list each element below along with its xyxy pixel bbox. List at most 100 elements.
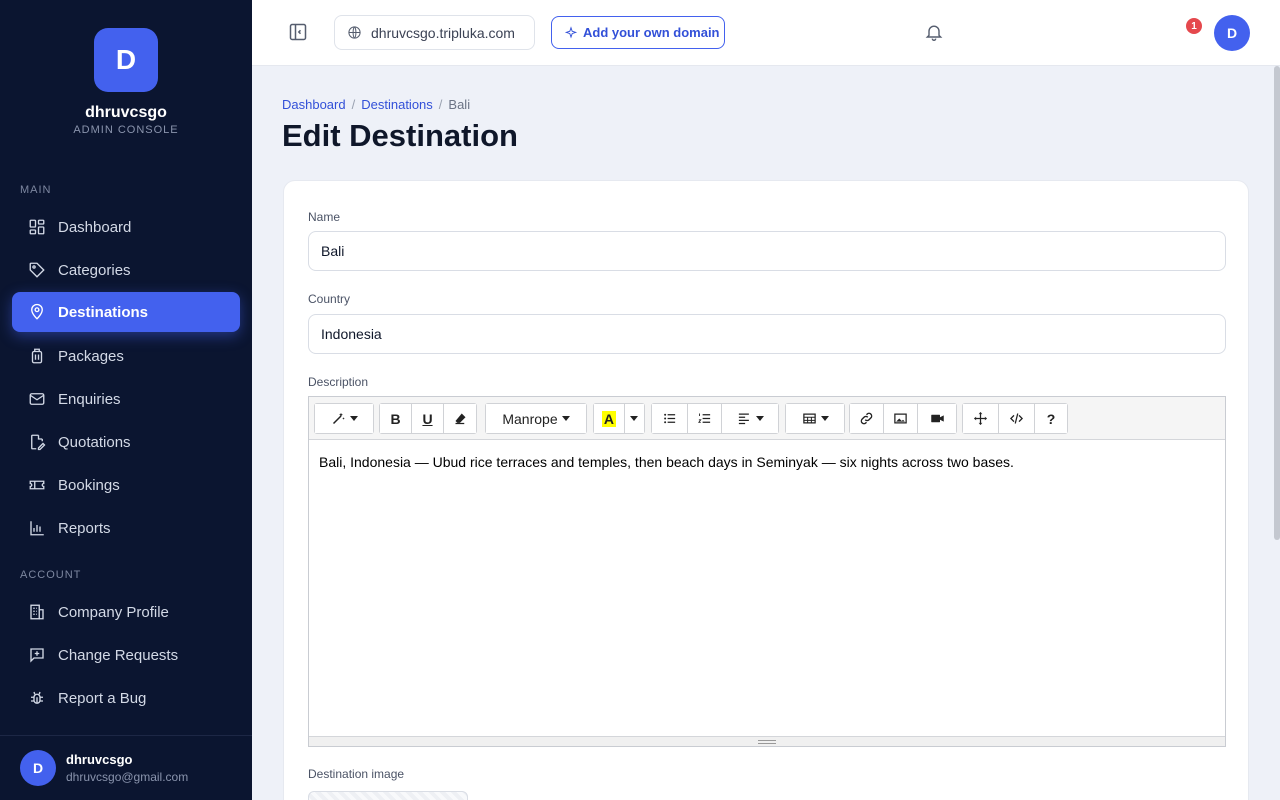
name-field[interactable] (308, 231, 1226, 271)
sidebar-item-change-requests[interactable]: Change Requests (12, 635, 240, 675)
form-card: Name Country Description B U Manrope (283, 180, 1249, 800)
tag-icon (28, 261, 46, 279)
sidebar-item-label: Categories (58, 261, 131, 279)
sidebar-item-reports[interactable]: Reports (12, 508, 240, 548)
domain-link[interactable]: dhruvcsgo.tripluka.com (334, 15, 535, 50)
sidebar-item-label: Destinations (58, 303, 149, 321)
text-color-dropdown[interactable] (624, 404, 644, 433)
brand-name: dhruvcsgo (85, 104, 167, 121)
style-magic-button[interactable] (315, 404, 373, 433)
image-button[interactable] (884, 404, 918, 433)
breadcrumb-destinations[interactable]: Destinations (361, 97, 433, 112)
notification-badge: 1 (1186, 18, 1202, 34)
bold-button[interactable]: B (380, 404, 412, 433)
sidebar-item-label: Dashboard (58, 218, 132, 236)
bullet-list-button[interactable] (652, 404, 688, 433)
underline-icon: U (422, 410, 433, 427)
brand-logo: D (94, 28, 158, 92)
country-label: Country (308, 292, 351, 306)
breadcrumb-separator: / (438, 97, 443, 112)
text-color-button[interactable]: A (594, 404, 625, 433)
sidebar-item-packages[interactable]: Packages (12, 336, 240, 376)
sidebar-item-destinations[interactable]: Destinations (12, 292, 240, 332)
rich-text-editor: B U Manrope A ? Bali, Indonesia — Ubud r… (308, 396, 1226, 747)
link-button[interactable] (850, 404, 884, 433)
page-title: Edit Destination (282, 118, 518, 153)
sidebar-item-enquiries[interactable]: Enquiries (12, 379, 240, 419)
add-domain-button[interactable]: Add your own domain (551, 16, 725, 49)
eraser-button[interactable] (444, 404, 476, 433)
avatar[interactable]: D (20, 750, 56, 786)
font-family-select[interactable]: Manrope (486, 404, 586, 433)
table-icon (802, 413, 816, 424)
highlight-a-icon: A (601, 410, 616, 427)
luggage-icon (28, 347, 46, 365)
table-button[interactable] (786, 404, 844, 433)
align-left-icon (738, 413, 749, 425)
video-button[interactable] (918, 404, 956, 433)
scrollbar[interactable] (1274, 66, 1280, 540)
topbar: dhruvcsgo.tripluka.com Add your own doma… (252, 0, 1280, 66)
move-arrows-icon (974, 412, 987, 425)
breadcrumb-dashboard[interactable]: Dashboard (282, 97, 346, 112)
sidebar-item-company-profile[interactable]: Company Profile (12, 592, 240, 632)
font-family-value: Manrope (502, 410, 558, 427)
paragraph-align-button[interactable] (722, 404, 778, 433)
message-plus-icon (28, 646, 46, 664)
user-email: dhruvcsgo@gmail.com (66, 770, 189, 784)
description-label: Description (308, 375, 369, 389)
breadcrumb-current: Bali (448, 97, 471, 112)
editor-resize-handle[interactable] (309, 736, 1225, 746)
image-icon (894, 413, 907, 424)
sidebar-item-bookings[interactable]: Bookings (12, 465, 240, 505)
destination-image-preview[interactable] (308, 791, 468, 800)
destination-image-label: Destination image (308, 767, 405, 781)
bold-icon: B (390, 410, 401, 427)
magic-wand-icon (332, 412, 345, 425)
add-domain-label: Add your own domain (583, 25, 720, 40)
bar-chart-icon (28, 519, 46, 537)
underline-button[interactable]: U (412, 404, 444, 433)
sidebar-item-label: Change Requests (58, 646, 179, 664)
help-button[interactable]: ? (1035, 404, 1067, 433)
sidebar-item-report-bug[interactable]: Report a Bug (12, 678, 240, 718)
sidebar-item-label: Enquiries (58, 390, 121, 408)
sidebar-item-label: Quotations (58, 433, 131, 451)
sidebar-item-label: Packages (58, 347, 124, 365)
sidebar-item-categories[interactable]: Categories (12, 250, 240, 290)
eraser-icon (455, 413, 465, 425)
sidebar-item-label: Bookings (58, 476, 120, 494)
sidebar-item-dashboard[interactable]: Dashboard (12, 207, 240, 247)
sparkle-icon (564, 25, 578, 39)
video-icon (930, 414, 944, 423)
code-view-button[interactable] (999, 404, 1035, 433)
nav-section-account: ACCOUNT (20, 569, 82, 581)
numbered-list-button[interactable] (688, 404, 722, 433)
editor-toolbar: B U Manrope A ? (309, 397, 1225, 440)
sidebar-divider (0, 735, 252, 736)
domain-text: dhruvcsgo.tripluka.com (371, 24, 515, 41)
sidebar-item-label: Reports (58, 519, 111, 537)
grid-icon (28, 218, 46, 236)
avatar[interactable]: D (1214, 15, 1250, 51)
nav-section-main: MAIN (20, 184, 52, 196)
building-icon (28, 603, 46, 621)
country-field[interactable] (308, 314, 1226, 354)
ticket-icon (28, 476, 46, 494)
sidebar-item-quotations[interactable]: Quotations (12, 422, 240, 462)
bug-icon (28, 689, 46, 707)
user-name: dhruvcsgo (66, 752, 133, 767)
sidebar-item-label: Report a Bug (58, 689, 147, 707)
map-pin-icon (28, 303, 46, 321)
sidebar-toggle-button[interactable] (288, 22, 310, 44)
code-icon (1009, 413, 1024, 424)
question-icon: ? (1046, 410, 1056, 427)
bell-icon (925, 25, 943, 41)
breadcrumb-separator: / (351, 97, 356, 112)
sidebar: D dhruvcsgo ADMIN CONSOLE MAIN Dashboard… (0, 0, 252, 800)
bullet-list-icon (664, 413, 676, 424)
editor-content[interactable]: Bali, Indonesia — Ubud rice terraces and… (319, 454, 1014, 470)
fullscreen-button[interactable] (963, 404, 999, 433)
notifications-button[interactable] (924, 22, 946, 44)
globe-icon (348, 26, 361, 39)
